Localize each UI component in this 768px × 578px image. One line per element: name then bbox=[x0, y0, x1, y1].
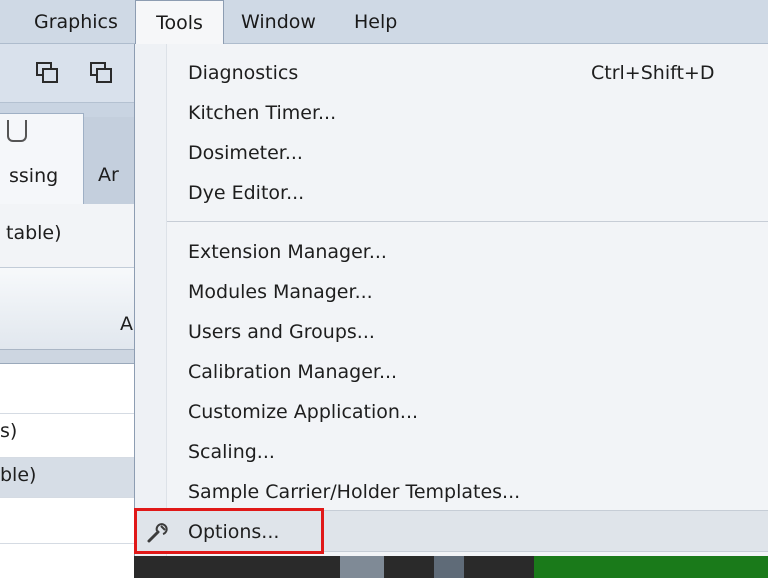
menu-bar: Graphics Tools Window Help bbox=[0, 0, 768, 45]
list-item[interactable] bbox=[0, 498, 134, 544]
wrench-icon bbox=[147, 523, 168, 543]
processing-icon bbox=[7, 120, 27, 142]
menu-item-calibration-manager[interactable]: Calibration Manager... bbox=[135, 355, 768, 389]
menu-item-users-and-groups[interactable]: Users and Groups... bbox=[135, 315, 768, 349]
menu-item-options-label: Options... bbox=[188, 521, 280, 543]
panel-divider[interactable] bbox=[0, 350, 134, 364]
menu-item-dye-editor[interactable]: Dye Editor... bbox=[135, 176, 768, 210]
menu-item-extension-manager[interactable]: Extension Manager... bbox=[135, 235, 768, 269]
menu-tools[interactable]: Tools bbox=[135, 0, 224, 45]
list-item-selected[interactable]: ble) bbox=[0, 458, 134, 498]
tab-analysis[interactable]: Ar bbox=[84, 117, 134, 204]
menu-item-customize-application[interactable]: Customize Application... bbox=[135, 395, 768, 429]
status-text: table) bbox=[6, 222, 62, 244]
tab-analysis-label: Ar bbox=[98, 164, 119, 186]
toolbar bbox=[0, 44, 134, 103]
menu-window[interactable]: Window bbox=[241, 0, 316, 44]
menu-separator bbox=[167, 221, 768, 222]
status-bar: table) bbox=[0, 204, 134, 268]
toolbar-paste-icon[interactable] bbox=[88, 58, 114, 86]
shortcut-diagnostics: Ctrl+Shift+D bbox=[591, 62, 715, 84]
menu-item-sample-carrier-templates[interactable]: Sample Carrier/Holder Templates... bbox=[135, 475, 768, 509]
underlying-content-strip bbox=[134, 556, 768, 578]
menu-graphics[interactable]: Graphics bbox=[34, 0, 118, 44]
panel-header-label: A bbox=[120, 313, 133, 335]
menu-help[interactable]: Help bbox=[354, 0, 397, 44]
background-window: ssing Ar table) A s) ble) bbox=[0, 44, 134, 578]
menu-item-scaling[interactable]: Scaling... bbox=[135, 435, 768, 469]
panel-header: A bbox=[0, 268, 134, 350]
tab-processing[interactable]: ssing bbox=[0, 113, 84, 204]
menu-item-modules-manager[interactable]: Modules Manager... bbox=[135, 275, 768, 309]
tab-processing-label: ssing bbox=[9, 165, 59, 187]
list-item[interactable]: s) bbox=[0, 414, 134, 458]
toolbar-copy-icon[interactable] bbox=[34, 58, 60, 86]
menu-item-diagnostics[interactable]: Diagnostics Ctrl+Shift+D bbox=[135, 56, 768, 90]
tools-dropdown-menu: Diagnostics Ctrl+Shift+D Kitchen Timer..… bbox=[134, 44, 768, 578]
menu-item-kitchen-timer[interactable]: Kitchen Timer... bbox=[135, 96, 768, 130]
list-item[interactable] bbox=[0, 364, 134, 414]
menu-item-dosimeter[interactable]: Dosimeter... bbox=[135, 136, 768, 170]
menu-item-options[interactable]: Options... bbox=[135, 510, 768, 552]
ribbon-tab-strip: ssing Ar bbox=[0, 103, 134, 204]
